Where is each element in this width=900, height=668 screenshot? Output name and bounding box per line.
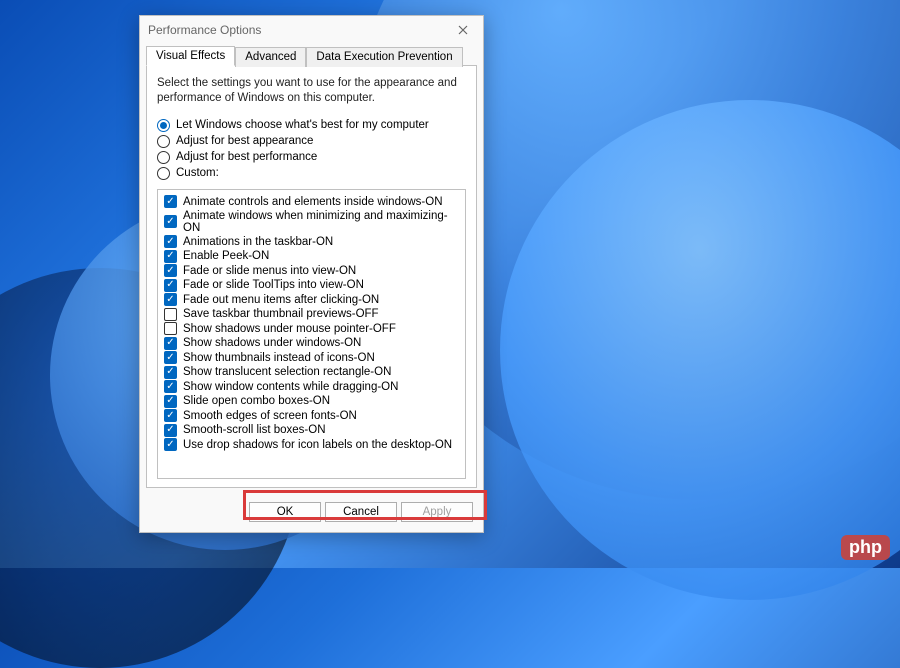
radio-icon	[157, 151, 170, 164]
dialog-title: Performance Options	[148, 23, 451, 37]
titlebar: Performance Options	[140, 16, 483, 44]
effect-label: Smooth edges of screen fonts-ON	[183, 410, 357, 422]
effect-item: Show thumbnails instead of icons-ON	[164, 351, 459, 364]
checkbox-icon[interactable]	[164, 250, 177, 263]
radio-option[interactable]: Let Windows choose what's best for my co…	[157, 119, 466, 132]
effect-item: Save taskbar thumbnail previews-OFF	[164, 308, 459, 321]
dialog-buttons: OK Cancel Apply	[140, 494, 483, 532]
checkbox-icon[interactable]	[164, 293, 177, 306]
checkbox-icon[interactable]	[164, 424, 177, 437]
effect-item: Smooth-scroll list boxes-ON	[164, 424, 459, 437]
checkbox-icon[interactable]	[164, 337, 177, 350]
checkbox-icon[interactable]	[164, 409, 177, 422]
radio-label: Custom:	[176, 167, 219, 179]
effect-item: Fade out menu items after clicking-ON	[164, 293, 459, 306]
checkbox-icon[interactable]	[164, 380, 177, 393]
checkbox-icon[interactable]	[164, 366, 177, 379]
panel-description: Select the settings you want to use for …	[157, 76, 466, 106]
effect-item: Smooth edges of screen fonts-ON	[164, 409, 459, 422]
radio-label: Adjust for best appearance	[176, 135, 313, 147]
effect-item: Show window contents while dragging-ON	[164, 380, 459, 393]
effect-item: Show shadows under mouse pointer-OFF	[164, 322, 459, 335]
checkbox-icon[interactable]	[164, 235, 177, 248]
radio-option[interactable]: Adjust for best appearance	[157, 135, 466, 148]
effect-label: Smooth-scroll list boxes-ON	[183, 424, 326, 436]
visual-effects-panel: Select the settings you want to use for …	[146, 65, 477, 488]
effect-label: Show translucent selection rectangle-ON	[183, 366, 391, 378]
performance-options-dialog: Performance Options Visual EffectsAdvanc…	[139, 15, 484, 533]
watermark: php	[841, 535, 890, 560]
effect-label: Use drop shadows for icon labels on the …	[183, 439, 452, 451]
tabs: Visual EffectsAdvancedData Execution Pre…	[140, 46, 483, 66]
radio-icon	[157, 135, 170, 148]
radio-label: Let Windows choose what's best for my co…	[176, 119, 429, 131]
checkbox-icon[interactable]	[164, 195, 177, 208]
effect-label: Show shadows under windows-ON	[183, 337, 361, 349]
apply-button[interactable]: Apply	[401, 502, 473, 522]
cancel-button[interactable]: Cancel	[325, 502, 397, 522]
effect-item: Animate windows when minimizing and maxi…	[164, 210, 459, 234]
effect-item: Enable Peek-ON	[164, 250, 459, 263]
effect-label: Animate controls and elements inside win…	[183, 196, 443, 208]
effect-item: Fade or slide menus into view-ON	[164, 264, 459, 277]
effect-label: Fade out menu items after clicking-ON	[183, 294, 379, 306]
tab-advanced[interactable]: Advanced	[235, 47, 306, 67]
radio-icon	[157, 119, 170, 132]
effects-list[interactable]: Animate controls and elements inside win…	[157, 189, 466, 479]
radio-option[interactable]: Adjust for best performance	[157, 151, 466, 164]
checkbox-icon[interactable]	[164, 438, 177, 451]
checkbox-icon[interactable]	[164, 264, 177, 277]
effect-label: Fade or slide ToolTips into view-ON	[183, 279, 364, 291]
close-icon	[458, 25, 468, 35]
tab-data-execution-prevention[interactable]: Data Execution Prevention	[306, 47, 462, 67]
close-button[interactable]	[451, 20, 475, 40]
effect-item: Slide open combo boxes-ON	[164, 395, 459, 408]
effect-label: Animations in the taskbar-ON	[183, 236, 333, 248]
effect-label: Slide open combo boxes-ON	[183, 395, 330, 407]
effect-label: Save taskbar thumbnail previews-OFF	[183, 308, 379, 320]
effect-label: Show thumbnails instead of icons-ON	[183, 352, 375, 364]
effect-item: Use drop shadows for icon labels on the …	[164, 438, 459, 451]
checkbox-icon[interactable]	[164, 215, 177, 228]
tab-visual-effects[interactable]: Visual Effects	[146, 46, 235, 66]
radio-icon	[157, 167, 170, 180]
effect-label: Enable Peek-ON	[183, 250, 269, 262]
radio-option[interactable]: Custom:	[157, 167, 466, 180]
checkbox-icon[interactable]	[164, 308, 177, 321]
effect-label: Fade or slide menus into view-ON	[183, 265, 356, 277]
radio-label: Adjust for best performance	[176, 151, 317, 163]
checkbox-icon[interactable]	[164, 279, 177, 292]
effect-label: Animate windows when minimizing and maxi…	[183, 210, 459, 234]
checkbox-icon[interactable]	[164, 351, 177, 364]
effect-item: Fade or slide ToolTips into view-ON	[164, 279, 459, 292]
effect-item: Show shadows under windows-ON	[164, 337, 459, 350]
checkbox-icon[interactable]	[164, 395, 177, 408]
effect-label: Show shadows under mouse pointer-OFF	[183, 323, 396, 335]
effect-item: Animate controls and elements inside win…	[164, 195, 459, 208]
checkbox-icon[interactable]	[164, 322, 177, 335]
effect-label: Show window contents while dragging-ON	[183, 381, 398, 393]
effect-item: Animations in the taskbar-ON	[164, 235, 459, 248]
ok-button[interactable]: OK	[249, 502, 321, 522]
effect-item: Show translucent selection rectangle-ON	[164, 366, 459, 379]
